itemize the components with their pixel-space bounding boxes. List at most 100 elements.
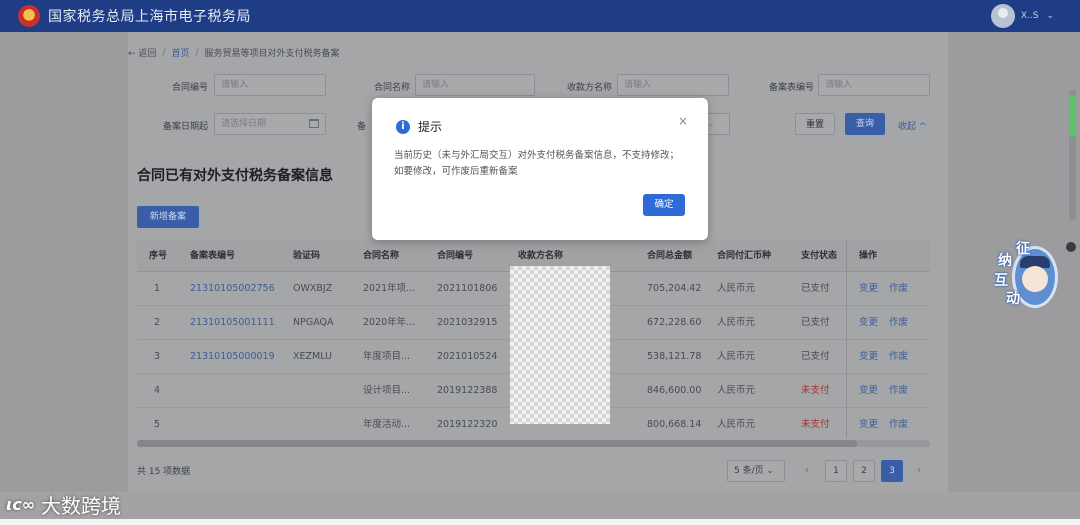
verification-code: XEZMLU [293, 351, 332, 362]
confirm-button[interactable]: 确定 [643, 194, 685, 216]
reset-button[interactable]: 重置 [795, 113, 835, 135]
column-header: 合同总金额 [647, 251, 693, 261]
breadcrumb-home[interactable]: 首页 [171, 46, 189, 59]
page-button-2[interactable]: 2 [853, 460, 875, 482]
interaction-mascot[interactable]: 征 纳 互 动 [990, 238, 1068, 310]
void-link[interactable]: 作废 [889, 408, 908, 442]
contract-no: 2019122320 [437, 419, 498, 430]
column-header: 支付状态 [801, 251, 838, 261]
contract-amount: 672,228.60 [647, 317, 702, 328]
contract-name-label: 合同名称 [373, 83, 410, 93]
breadcrumb-separator: / [162, 47, 166, 58]
contract-amount: 705,204.42 [647, 283, 702, 294]
bottom-strip [0, 519, 1080, 525]
currency: 人民币元 [717, 283, 756, 294]
user-menu[interactable]: X..S ⌄ [990, 4, 1054, 28]
contract-name-input[interactable]: 请输入 [415, 74, 535, 96]
date-start-placeholder: 请选择日期 [221, 119, 267, 129]
contract-name: 年度活动... [363, 419, 411, 430]
row-seq: 2 [154, 317, 161, 328]
payee-name-input[interactable]: 请输入 [617, 74, 729, 96]
payment-status: 已支付 [801, 283, 830, 294]
column-header: 合同付汇币种 [717, 251, 772, 261]
verification-code: OWXBJZ [293, 283, 333, 294]
contract-name: 设计项目... [363, 385, 411, 396]
collapse-toggle[interactable]: 收起 ^ [898, 119, 926, 132]
row-seq: 4 [154, 385, 161, 396]
contract-no: 2021032915 [437, 317, 498, 328]
info-icon: i [396, 120, 410, 134]
query-button[interactable]: 查询 [845, 113, 885, 135]
chevron-down-icon[interactable]: ⌄ [1046, 11, 1054, 21]
date-start-label: 备案日期起 [162, 122, 208, 132]
mascot-char: 互 [994, 273, 1008, 289]
column-header: 合同名称 [363, 251, 400, 261]
section-title: 合同已有对外支付税务备案信息 [137, 168, 333, 184]
add-record-button[interactable]: 新增备案 [137, 206, 199, 228]
calendar-icon [309, 119, 319, 128]
currency: 人民币元 [717, 419, 756, 430]
total-count: 共 15 项数据 [137, 467, 191, 477]
row-seq: 5 [154, 419, 161, 430]
contract-amount: 800,668.14 [647, 419, 702, 430]
record-no-input[interactable]: 请输入 [818, 74, 930, 96]
verification-code: NPGAQA [293, 317, 334, 328]
chevron-down-icon: ⌄ [707, 119, 715, 129]
contract-no: 2021010524 [437, 351, 498, 362]
date-start-input[interactable]: 请选择日期 [214, 113, 326, 135]
contract-no-input[interactable]: 请输入 [214, 74, 326, 96]
user-name: X..S [1020, 11, 1039, 21]
row-seq: 3 [154, 351, 161, 362]
contract-amount: 846,600.00 [647, 385, 702, 396]
column-header: 合同编号 [437, 251, 474, 261]
close-widget-icon[interactable] [1066, 242, 1076, 252]
back-link[interactable]: ← 返回 [128, 46, 156, 59]
void-link[interactable]: 作废 [889, 272, 908, 306]
change-link[interactable]: 变更 [859, 374, 878, 408]
record-no-link[interactable]: 21310105002756 [190, 272, 275, 306]
page-size-select[interactable]: 5 条/页 ⌄ [727, 460, 785, 482]
void-link[interactable]: 作废 [889, 306, 908, 340]
dialog-message: 当前历史（未与外汇局交互）对外支付税务备案信息，不支持修改；如要修改，可作废后重… [394, 150, 680, 177]
change-link[interactable]: 变更 [859, 340, 878, 374]
watermark-logo: ιᴄ∞ [6, 495, 36, 514]
contract-no: 2019122388 [437, 385, 498, 396]
close-icon[interactable]: × [678, 114, 688, 128]
breadcrumb-current: 服务贸易等项目对外支付税务备案 [204, 49, 340, 59]
page-button-1[interactable]: 1 [825, 460, 847, 482]
page-button-3[interactable]: 3 [881, 460, 903, 482]
mascot-face [1022, 266, 1048, 292]
breadcrumb-separator: / [195, 47, 199, 58]
void-link[interactable]: 作废 [889, 340, 908, 374]
payment-status: 已支付 [801, 317, 830, 328]
currency: 人民币元 [717, 351, 756, 362]
payment-status: 未支付 [801, 419, 830, 430]
change-link[interactable]: 变更 [859, 272, 878, 306]
column-header: 序号 [149, 251, 168, 261]
payment-status: 未支付 [801, 385, 830, 396]
record-no-link[interactable]: 21310105000019 [190, 340, 275, 374]
change-link[interactable]: 变更 [859, 306, 878, 340]
record-no-label: 备案表编号 [768, 83, 814, 93]
change-link[interactable]: 变更 [859, 408, 878, 442]
record-no-link[interactable]: 21310105001111 [190, 306, 275, 340]
prev-page-icon[interactable]: ‹ [799, 460, 815, 482]
next-page-icon[interactable]: › [911, 460, 927, 482]
contract-no-label: 合同编号 [171, 83, 208, 93]
contract-name: 2020年年... [363, 317, 416, 328]
watermark-text: 大数跨境 [41, 494, 122, 518]
currency: 人民币元 [717, 385, 756, 396]
contract-name: 年度项目... [363, 351, 411, 362]
currency: 人民币元 [717, 317, 756, 328]
tax-emblem-icon [18, 5, 40, 27]
column-header: 操作 [859, 251, 878, 261]
page-scroll-thumb[interactable] [1069, 95, 1076, 137]
mascot-char: 动 [1006, 291, 1020, 307]
top-bar: 国家税务总局上海市电子税务局 X..S ⌄ [0, 0, 1080, 32]
table-scrollbar[interactable] [137, 440, 857, 447]
avatar[interactable] [990, 4, 1015, 28]
partial-filter-label: 备 [356, 122, 366, 132]
void-link[interactable]: 作废 [889, 374, 908, 408]
redacted-payee-column [510, 266, 610, 424]
breadcrumb: ← 返回 / 首页 / 服务贸易等项目对外支付税务备案 [128, 46, 340, 60]
